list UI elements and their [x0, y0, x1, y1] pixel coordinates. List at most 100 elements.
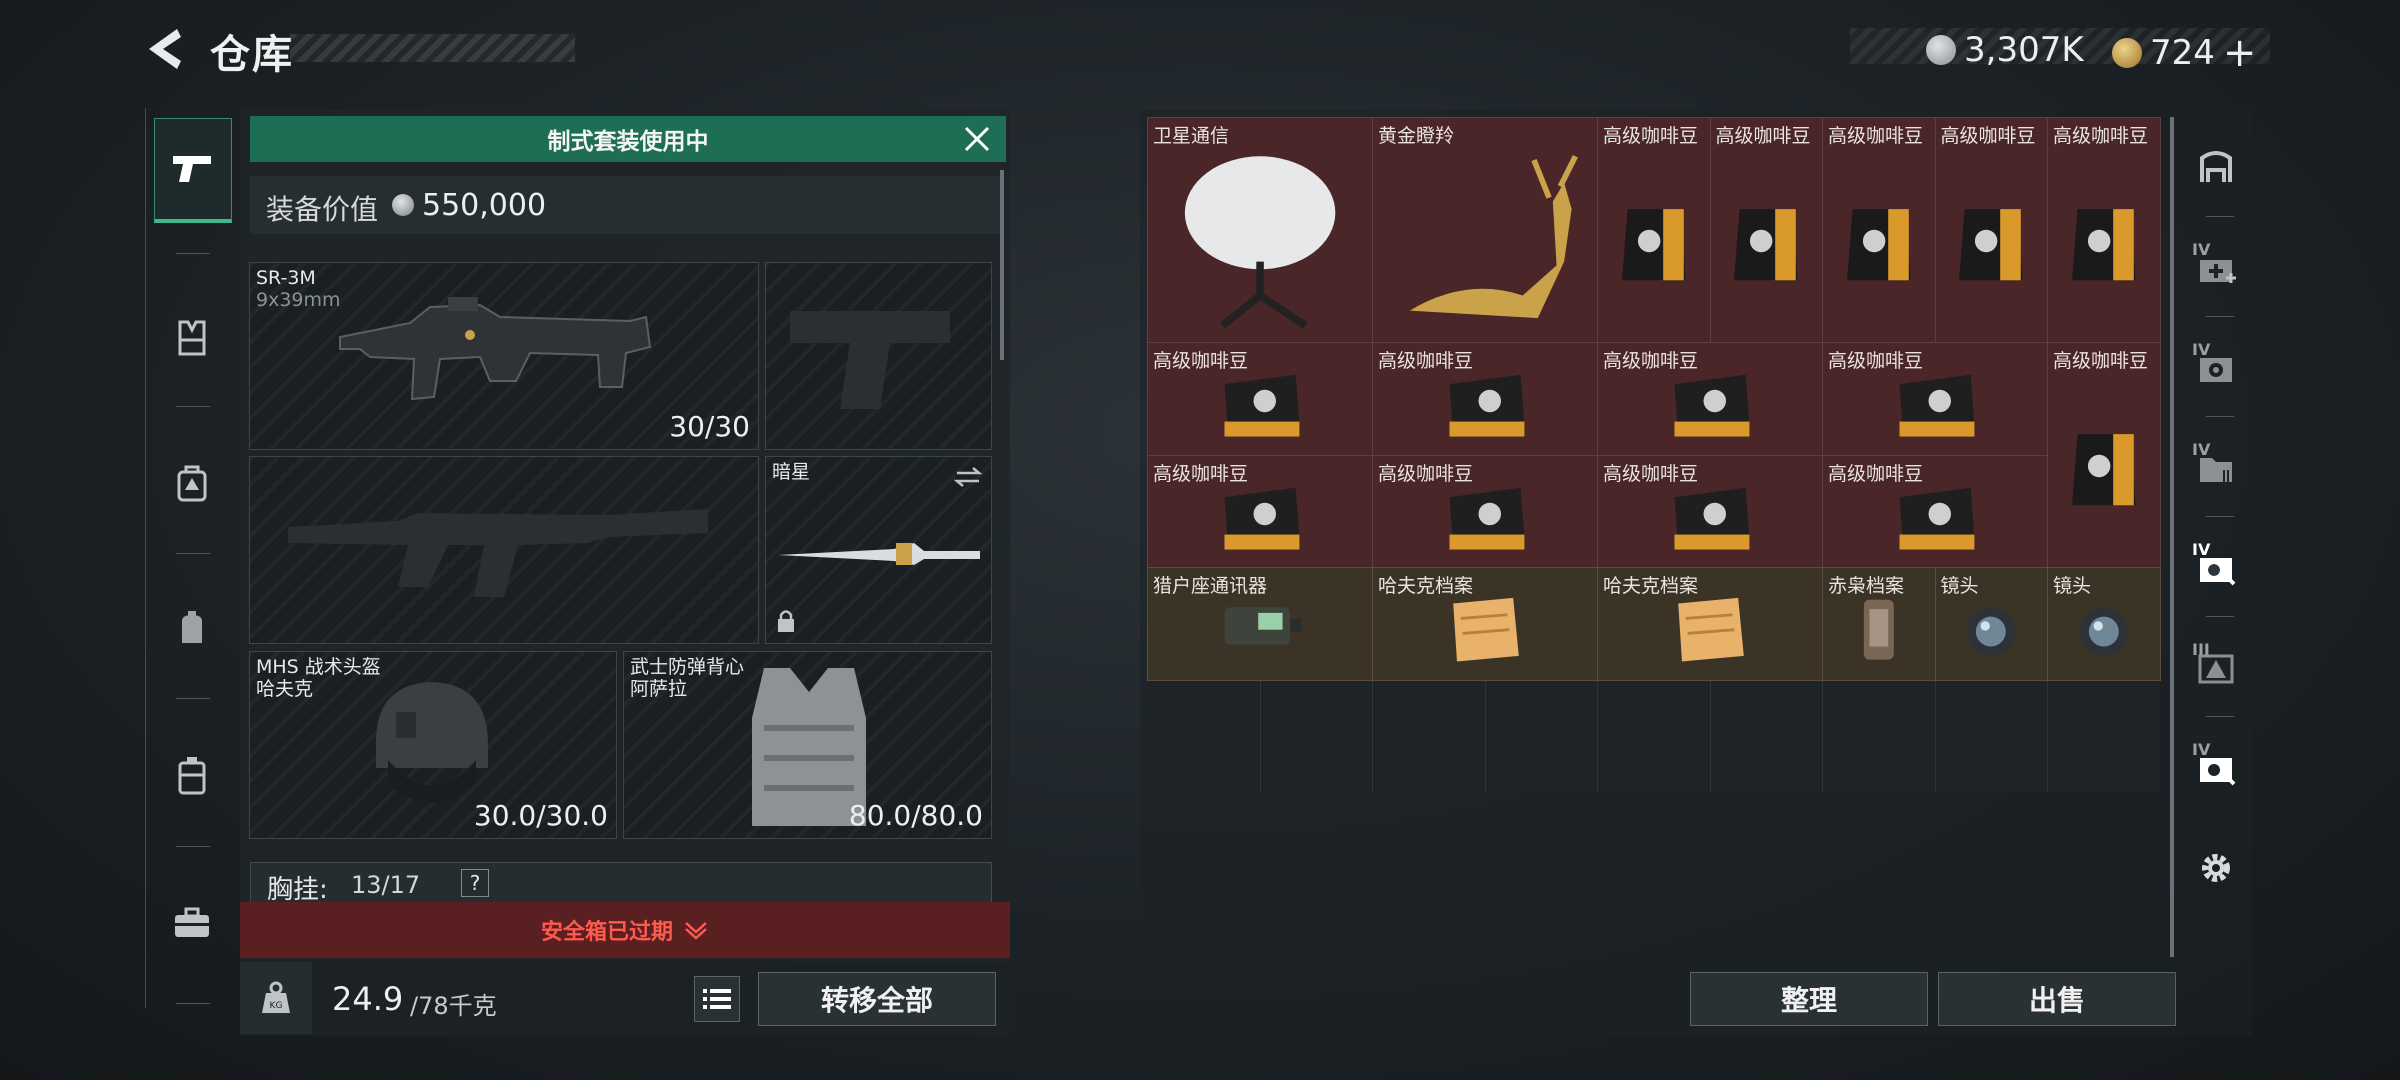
- storage-item[interactable]: 卫星通信: [1147, 117, 1373, 343]
- transfer-all-button[interactable]: 转移全部: [758, 972, 996, 1026]
- storage-item[interactable]: 高级咖啡豆: [1597, 117, 1711, 343]
- tab-settings[interactable]: [2180, 818, 2252, 918]
- pouch-icon: [182, 611, 202, 643]
- dish-item-image: [1184, 156, 1336, 329]
- nav-weapons[interactable]: [154, 118, 232, 223]
- swap-icon[interactable]: [953, 465, 983, 489]
- storage-item[interactable]: 镜头: [2047, 567, 2161, 681]
- melee-slot[interactable]: 暗星: [765, 456, 992, 644]
- helmet-brand: 哈夫克: [256, 678, 314, 700]
- gold-amount: 724: [2150, 33, 2215, 73]
- storage-item[interactable]: 哈夫克档案: [1597, 567, 1823, 681]
- gear-icon: [2202, 854, 2230, 882]
- storage-item-label: 哈夫克档案: [1603, 575, 1699, 597]
- rig-icon: [178, 757, 206, 795]
- storage-scrollbar[interactable]: [2170, 117, 2174, 957]
- tab-separator: [2206, 716, 2234, 717]
- add-currency-button[interactable]: +: [2223, 30, 2257, 76]
- storage-item-label: 镜头: [1940, 575, 1979, 597]
- storage-item[interactable]: 高级咖啡豆: [2047, 117, 2161, 343]
- nav-backpack[interactable]: [154, 433, 230, 533]
- storage-item[interactable]: 高级咖啡豆: [1597, 342, 1823, 456]
- list-view-button[interactable]: [694, 976, 740, 1022]
- ammo-count: 30/30: [669, 410, 750, 443]
- armor-durability: 80.0/80.0: [848, 799, 983, 832]
- storage-item-label: 高级咖啡豆: [1153, 350, 1249, 372]
- storage-item-label: 猎户座通讯器: [1153, 575, 1268, 597]
- sell-button[interactable]: 出售: [1938, 972, 2176, 1026]
- storage-item-label: 黄金瞪羚: [1378, 125, 1455, 147]
- current-weight: 24.9: [332, 980, 404, 1018]
- safebox-expired-banner[interactable]: 安全箱已过期: [240, 902, 1010, 958]
- secondary-weapon-slot[interactable]: [249, 456, 759, 644]
- tab-storage-5[interactable]: IV: [2180, 718, 2252, 818]
- tab-separator: [2206, 616, 2234, 617]
- equipment-value-row: 装备价值 550,000: [250, 176, 1000, 234]
- bag-item-image: [2071, 433, 2136, 506]
- loadout-scrollbar[interactable]: [1000, 170, 1004, 360]
- weight-icon: KG: [262, 981, 290, 1013]
- tab-medical[interactable]: IV: [2180, 218, 2252, 318]
- storage-item[interactable]: 镜头: [1934, 567, 2048, 681]
- storage-item[interactable]: 高级咖啡豆: [1822, 454, 2048, 568]
- tab-storage-1[interactable]: IV: [2180, 318, 2252, 418]
- storage-item-label: 赤枭档案: [1828, 575, 1905, 597]
- storage-item[interactable]: 高级咖啡豆: [2047, 342, 2161, 568]
- chest-rig-row[interactable]: 胸挂: 13/17 ?: [250, 862, 992, 906]
- storage-item[interactable]: 高级咖啡豆: [1372, 342, 1598, 456]
- storage-item[interactable]: 高级咖啡豆: [1147, 342, 1373, 456]
- tab-separator: [2206, 316, 2234, 317]
- back-button[interactable]: [140, 24, 190, 74]
- tab-all[interactable]: [2180, 118, 2252, 218]
- tab-storage-2[interactable]: IV: [2180, 418, 2252, 518]
- nav-case[interactable]: [154, 873, 230, 973]
- tab-separator: [2206, 416, 2234, 417]
- storage-item[interactable]: 高级咖啡豆: [1709, 117, 1823, 343]
- tab-tier-label: IV: [2192, 440, 2211, 459]
- lock-icon: [778, 610, 794, 632]
- gold-currency[interactable]: 724 +: [2112, 30, 2256, 76]
- storage-item-label: 高级咖啡豆: [1715, 125, 1811, 147]
- storage-item-label: 高级咖啡豆: [1603, 350, 1699, 372]
- silver-currency: 3,307K: [1926, 30, 2084, 70]
- storage-item[interactable]: 哈夫克档案: [1372, 567, 1598, 681]
- storage-item[interactable]: 黄金瞪羚: [1372, 117, 1598, 343]
- storage-item[interactable]: 高级咖啡豆: [1147, 454, 1373, 568]
- equipment-value-label: 装备价值: [266, 193, 379, 226]
- helmet-slot[interactable]: MHS 战术头盔 哈夫克 30.0/30.0: [249, 651, 617, 839]
- weapon-name: SR-3M: [256, 267, 316, 289]
- shelf-icon: [2200, 151, 2232, 182]
- tab-storage-4[interactable]: III: [2180, 618, 2252, 718]
- storage-item-label: 镜头: [2053, 575, 2092, 597]
- sidearm-slot[interactable]: [765, 262, 992, 450]
- storage-item-label: 高级咖啡豆: [1603, 125, 1699, 147]
- nav-rig[interactable]: [154, 726, 230, 826]
- storage-item[interactable]: 高级咖啡豆: [1372, 454, 1598, 568]
- knife-image: [778, 543, 980, 565]
- storage-item-label: 高级咖啡豆: [1940, 125, 2036, 147]
- storage-item-label: 高级咖啡豆: [1828, 125, 1924, 147]
- tab-tier-label: III: [2192, 640, 2210, 659]
- storage-item[interactable]: 赤枭档案: [1822, 567, 1936, 681]
- loadout-bottom-bar: KG 24.9 /78千克 转移全部: [240, 962, 1010, 1034]
- chest-rig-help-button[interactable]: ?: [461, 869, 489, 897]
- tab-storage-3[interactable]: IV: [2180, 518, 2252, 618]
- storage-item-label: 高级咖啡豆: [1828, 462, 1924, 485]
- tab-separator: [2206, 216, 2234, 217]
- weight-icon-label: KG: [270, 1001, 283, 1011]
- gazelle-item-image: [1409, 154, 1578, 318]
- nav-helmet-armor[interactable]: [154, 288, 230, 388]
- storage-item[interactable]: 高级咖啡豆: [1934, 117, 2048, 343]
- sort-button[interactable]: 整理: [1690, 972, 1928, 1026]
- vest-icon: [178, 320, 206, 356]
- tab-tier-label: IV: [2192, 740, 2211, 759]
- storage-item[interactable]: 高级咖啡豆: [1597, 454, 1823, 568]
- storage-item[interactable]: 高级咖啡豆: [1822, 342, 2048, 456]
- primary-weapon-slot[interactable]: SR-3M 9x39mm 30/30: [249, 262, 759, 450]
- storage-item[interactable]: 猎户座通讯器: [1147, 567, 1373, 681]
- armor-slot[interactable]: 武士防弹背心 阿萨拉 80.0/80.0: [623, 651, 992, 839]
- nav-pouch[interactable]: [154, 578, 230, 678]
- tab-tier-label: IV: [2192, 240, 2211, 259]
- storage-item[interactable]: 高级咖啡豆: [1822, 117, 1936, 343]
- close-banner-button[interactable]: [962, 124, 992, 154]
